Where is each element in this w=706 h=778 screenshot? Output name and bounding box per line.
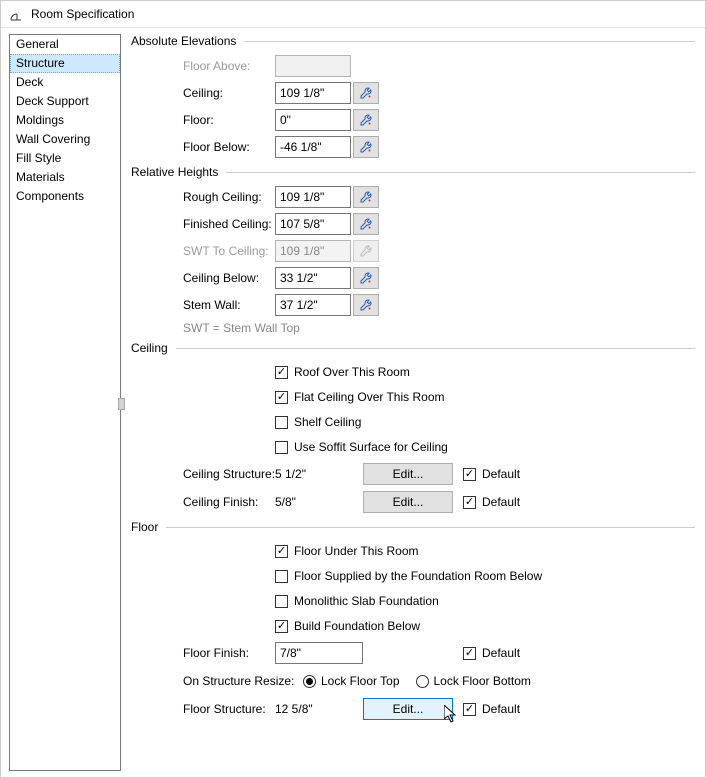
roof-over-checkbox[interactable] [275, 366, 288, 379]
group-relative-heights: Relative Heights [131, 165, 695, 179]
monolithic-label: Monolithic Slab Foundation [294, 594, 439, 608]
floor-supplied-checkbox[interactable] [275, 570, 288, 583]
floor-structure-default-checkbox[interactable] [463, 703, 476, 716]
rough-ceiling-wrench-button[interactable] [353, 186, 379, 208]
flat-ceiling-label: Flat Ceiling Over This Room [294, 390, 445, 404]
group-absolute-elevations: Absolute Elevations [131, 34, 695, 48]
ceiling-structure-label: Ceiling Structure: [183, 467, 275, 481]
floor-label: Floor: [183, 113, 275, 127]
wrench-icon [359, 217, 373, 231]
titlebar: Room Specification [1, 1, 705, 27]
floor-under-checkbox[interactable] [275, 545, 288, 558]
floor-below-input[interactable] [275, 136, 351, 158]
stem-wall-wrench-button[interactable] [353, 294, 379, 316]
ceiling-structure-edit-button[interactable]: Edit... [363, 463, 453, 485]
ceiling-finish-default-label: Default [482, 495, 520, 509]
stem-wall-input[interactable] [275, 294, 351, 316]
floor-finish-input[interactable] [275, 642, 363, 664]
floor-supplied-label: Floor Supplied by the Foundation Room Be… [294, 569, 542, 583]
wrench-icon [359, 271, 373, 285]
roof-over-label: Roof Over This Room [294, 365, 410, 379]
monolithic-checkbox[interactable] [275, 595, 288, 608]
group-floor: Floor [131, 520, 695, 534]
sidebar-item-structure[interactable]: Structure [10, 54, 120, 73]
lock-floor-bottom-radio[interactable]: Lock Floor Bottom [416, 674, 531, 688]
room-spec-window: Room Specification General Structure Dec… [0, 0, 706, 778]
floor-finish-label: Floor Finish: [183, 646, 275, 660]
ceiling-below-input[interactable] [275, 267, 351, 289]
floor-above-input [275, 55, 351, 77]
stem-wall-label: Stem Wall: [183, 298, 275, 312]
floor-input[interactable] [275, 109, 351, 131]
ceiling-label: Ceiling: [183, 86, 275, 100]
floor-below-label: Floor Below: [183, 140, 275, 154]
rough-ceiling-input[interactable] [275, 186, 351, 208]
sidebar-item-fill-style[interactable]: Fill Style [10, 149, 120, 168]
swt-note: SWT = Stem Wall Top [183, 321, 695, 335]
build-foundation-checkbox[interactable] [275, 620, 288, 633]
swt-to-ceiling-input [275, 240, 351, 262]
splitter[interactable] [121, 384, 124, 424]
swt-to-ceiling-label: SWT To Ceiling: [183, 244, 275, 258]
ceiling-structure-default-checkbox[interactable] [463, 468, 476, 481]
content-panel: Absolute Elevations Floor Above: Ceiling… [121, 28, 705, 777]
floor-below-wrench-button[interactable] [353, 136, 379, 158]
ceiling-finish-value: 5/8" [275, 495, 363, 509]
lock-floor-top-radio[interactable]: Lock Floor Top [303, 674, 400, 688]
floor-under-label: Floor Under This Room [294, 544, 419, 558]
finished-ceiling-wrench-button[interactable] [353, 213, 379, 235]
ceiling-wrench-button[interactable] [353, 82, 379, 104]
floor-above-label: Floor Above: [183, 59, 275, 73]
floor-finish-default-checkbox[interactable] [463, 647, 476, 660]
sidebar-item-deck[interactable]: Deck [10, 73, 120, 92]
ceiling-input[interactable] [275, 82, 351, 104]
use-soffit-label: Use Soffit Surface for Ceiling [294, 440, 448, 454]
wrench-icon [359, 113, 373, 127]
wrench-icon [359, 86, 373, 100]
wrench-icon [359, 298, 373, 312]
ceiling-below-wrench-button[interactable] [353, 267, 379, 289]
ceiling-below-label: Ceiling Below: [183, 271, 275, 285]
shelf-ceiling-label: Shelf Ceiling [294, 415, 361, 429]
sidebar-item-moldings[interactable]: Moldings [10, 111, 120, 130]
floor-structure-default-label: Default [482, 702, 520, 716]
shelf-ceiling-checkbox[interactable] [275, 416, 288, 429]
finished-ceiling-input[interactable] [275, 213, 351, 235]
sidebar-item-deck-support[interactable]: Deck Support [10, 92, 120, 111]
sidebar-item-components[interactable]: Components [10, 187, 120, 206]
ceiling-finish-default-checkbox[interactable] [463, 496, 476, 509]
flat-ceiling-checkbox[interactable] [275, 391, 288, 404]
window-title: Room Specification [31, 7, 134, 21]
ceiling-finish-label: Ceiling Finish: [183, 495, 275, 509]
build-foundation-label: Build Foundation Below [294, 619, 420, 633]
wrench-icon [359, 140, 373, 154]
sidebar-item-wall-covering[interactable]: Wall Covering [10, 130, 120, 149]
ceiling-finish-edit-button[interactable]: Edit... [363, 491, 453, 513]
floor-structure-edit-button[interactable]: Edit... [363, 698, 453, 720]
ceiling-structure-value: 5 1/2" [275, 467, 363, 481]
rough-ceiling-label: Rough Ceiling: [183, 190, 275, 204]
wrench-icon [359, 244, 373, 258]
sidebar-item-materials[interactable]: Materials [10, 168, 120, 187]
swt-to-ceiling-wrench-button [353, 240, 379, 262]
finished-ceiling-label: Finished Ceiling: [183, 217, 275, 231]
ceiling-structure-default-label: Default [482, 467, 520, 481]
category-list[interactable]: General Structure Deck Deck Support Mold… [9, 34, 121, 771]
floor-wrench-button[interactable] [353, 109, 379, 131]
wrench-icon [359, 190, 373, 204]
floor-structure-value: 12 5/8" [275, 702, 363, 716]
sidebar-item-general[interactable]: General [10, 35, 120, 54]
floor-structure-label: Floor Structure: [183, 702, 275, 716]
on-resize-label: On Structure Resize: [183, 674, 303, 688]
door-icon [9, 6, 25, 22]
group-ceiling: Ceiling [131, 341, 695, 355]
floor-finish-default-label: Default [482, 646, 520, 660]
use-soffit-checkbox[interactable] [275, 441, 288, 454]
